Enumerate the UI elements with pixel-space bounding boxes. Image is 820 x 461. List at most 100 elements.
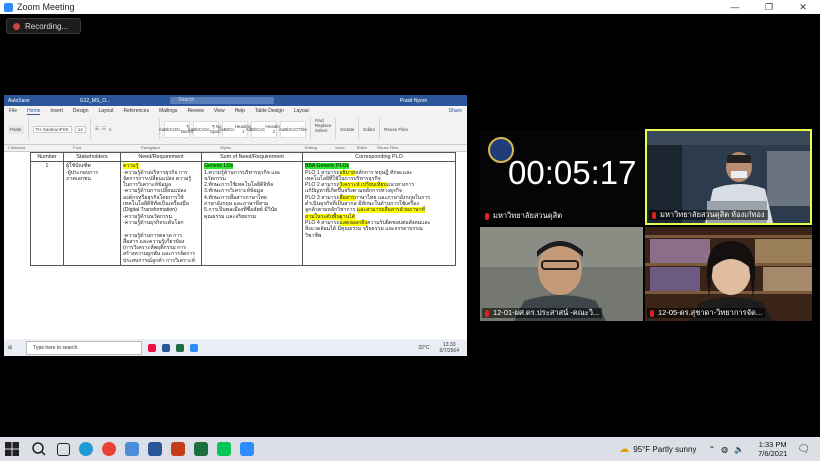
tab-file[interactable]: File <box>9 108 17 114</box>
recording-label: Recording... <box>25 21 69 31</box>
shared-start-icon: ⊞ <box>8 345 13 351</box>
mic-muted-icon <box>485 212 489 220</box>
group-label-paragraph: Paragraph <box>141 145 160 150</box>
tray-chevron-icon[interactable]: ⌃ <box>708 445 715 454</box>
highlighted-text: และสามารถสื่อสารด้วยภาษาที่ <box>356 207 425 214</box>
font-size-select[interactable]: 14 <box>74 125 86 133</box>
bullets-icon[interactable]: ☰ <box>95 126 99 132</box>
system-tray: ☁ 95°F Partly sunny ⌃ ◍ 🔈 1:33 PM 7/6/20… <box>619 440 820 458</box>
tab-help[interactable]: Help <box>235 108 245 114</box>
sum-line: คุณธรรม และจริยธรรม <box>204 213 257 220</box>
network-icon[interactable]: ◍ <box>721 445 728 454</box>
voice-group: Dictate <box>336 118 360 140</box>
group-label-reuse: Reuse Files <box>377 145 399 150</box>
tab-mailings[interactable]: Mailings <box>159 108 177 114</box>
tab-home[interactable]: Home <box>27 108 41 115</box>
plo-table: Number Stakeholders Need/Requirement Sum… <box>30 151 456 267</box>
document-area[interactable]: Number Stakeholders Need/Requirement Sum… <box>4 151 467 334</box>
search-icon[interactable] <box>30 440 48 458</box>
header-sum-need: Sum of Need/Requirement <box>201 151 303 163</box>
reuse-files-button[interactable]: Reuse Files <box>384 127 408 132</box>
need-line: สร้างความผูกพัน และการจัดการ <box>123 251 196 258</box>
table-header-row: Number Stakeholders Need/Requirement Sum… <box>30 151 456 163</box>
zoom-titlebar: Zoom Meeting — ❐ ✕ <box>0 0 820 14</box>
tab-insert[interactable]: Insert <box>50 108 63 114</box>
shared-excel-icon <box>176 344 185 352</box>
editor-button[interactable]: Editor <box>363 127 375 132</box>
tab-table-layout[interactable]: Layout <box>294 108 309 114</box>
shared-clock: 13:33 6/7/2564 <box>440 342 459 354</box>
video-tile-participant[interactable]: 12-01-ผศ.ดร.ประสาสน์ -คณะวิ... <box>480 227 643 321</box>
cell-stakeholders[interactable]: ผู้ใช้บัณฑิต -ผู้ประกอบการ ภาคเอกชน <box>63 161 121 267</box>
need-title: ความรู้ <box>123 163 139 170</box>
taskbar-clock[interactable]: 1:33 PM 7/6/2021 <box>758 440 787 458</box>
participant-name: 12-05-ดร.สุชาดา-วิทยาการจัด... <box>658 308 763 317</box>
cell-sum-need[interactable]: Generic LOs 1.ความรู้ด้านการบริหารธุรกิจ… <box>201 161 303 267</box>
style-normal[interactable]: AaBbCcDc ¶ Normal <box>159 120 195 138</box>
mic-muted-icon <box>652 211 656 219</box>
sum-title: Generic LOs <box>204 163 234 170</box>
notification-icon[interactable]: 🗨 <box>797 444 810 455</box>
style-title[interactable]: AaBbCcC Title <box>279 120 307 138</box>
group-label-voice: Voice <box>334 145 345 150</box>
select-button[interactable]: Select <box>315 128 328 133</box>
editing-group: Find Replace Select <box>311 118 337 140</box>
tab-layout[interactable]: Layout <box>99 108 114 114</box>
paste-button[interactable]: Paste <box>8 124 24 134</box>
cell-number[interactable]: 1 <box>30 161 64 267</box>
video-tile-participant[interactable]: 12-05-ดร.สุชาดา-วิทยาการจัด... <box>645 227 812 321</box>
task-view-icon[interactable] <box>57 442 70 456</box>
taskbar-time: 1:33 PM <box>758 440 787 449</box>
word-icon[interactable] <box>148 442 162 456</box>
table-row: 1 ผู้ใช้บัณฑิต -ผู้ประกอบการ ภาคเอกชน คว… <box>30 161 456 267</box>
font-name-select[interactable]: TH SarabunPSK <box>32 125 72 133</box>
share-button[interactable]: Share <box>449 108 462 114</box>
word-search-input[interactable]: Search <box>170 97 275 104</box>
mic-muted-icon <box>485 309 489 317</box>
video-tile-active-speaker[interactable]: มหาวิทยาลัยสวนดุสิต ห้องเก๋ทอง <box>645 129 812 225</box>
minimize-button[interactable]: — <box>718 2 752 13</box>
line-icon[interactable] <box>217 442 231 456</box>
recording-indicator[interactable]: Recording... <box>6 18 81 34</box>
tab-view[interactable]: View <box>214 108 225 114</box>
taskbar-date: 7/6/2021 <box>758 449 788 458</box>
style-no-spacing[interactable]: AaBbCcDc ¶ No Spac... <box>188 120 224 138</box>
video-tile-timer[interactable]: 00:05:17 มหาวิทยาลัยสวนดุสิต <box>480 130 643 224</box>
style-heading-2[interactable]: AaBbCcC Heading 2 <box>246 120 282 138</box>
group-label-font: Font <box>73 145 82 150</box>
shared-search-box: Type here to search <box>26 341 143 355</box>
numbering-icon[interactable]: ☷ <box>102 126 106 132</box>
chrome-icon[interactable] <box>102 442 116 456</box>
ribbon-group-labels: Clipboard Font Paragraph Styles Editing … <box>4 145 467 152</box>
tab-table-design[interactable]: Table Design <box>255 108 284 114</box>
group-label-editor: Editor <box>356 145 368 150</box>
need-line: ประสบการณ์ลูกค้า การวิเคราะห์ <box>123 257 196 264</box>
tab-review[interactable]: Review <box>187 108 203 114</box>
zoom-icon[interactable] <box>240 442 254 456</box>
recording-icon <box>13 22 20 30</box>
powerpoint-icon[interactable] <box>171 442 185 456</box>
excel-icon[interactable] <box>194 442 208 456</box>
windows-start-icon[interactable] <box>4 441 20 457</box>
shared-zoom-icon <box>190 344 199 352</box>
paint-icon[interactable] <box>125 442 139 456</box>
windows-taskbar: ☁ 95°F Partly sunny ⌃ ◍ 🔈 1:33 PM 7/6/20… <box>0 437 820 461</box>
autosave-label[interactable]: AutoSave <box>8 98 30 104</box>
need-line: -ความรู้ด้านบริหารธุรกิจ การ <box>123 169 188 176</box>
weather-text[interactable]: 95°F Partly sunny <box>633 445 696 454</box>
cell-plo[interactable]: BBA Generic PLOs PLO 1 สามารถอธิบายหลักก… <box>302 161 456 267</box>
ribbon: Paste TH SarabunPSK 14 ☰ ☷ ≡ AaBbCcDc ¶ N… <box>4 116 467 145</box>
close-button[interactable]: ✕ <box>786 2 820 13</box>
edge-icon[interactable] <box>79 442 93 456</box>
dictate-button[interactable]: Dictate <box>340 127 354 132</box>
header-plo: Corresponding PLO <box>302 151 456 163</box>
style-heading-1[interactable]: AaBbCc Heading 1 <box>218 120 251 138</box>
tab-design[interactable]: Design <box>73 108 89 114</box>
tab-references[interactable]: References <box>124 108 150 114</box>
participant-name-bar: มหาวิทยาลัยสวนดุสิต <box>482 211 566 221</box>
restore-button[interactable]: ❐ <box>752 2 786 13</box>
cell-need[interactable]: ความรู้ -ความรู้ด้านบริหารธุรกิจ การ จัดก… <box>120 161 202 267</box>
header-number: Number <box>30 151 64 163</box>
align-icon[interactable]: ≡ <box>109 127 112 132</box>
volume-icon[interactable]: 🔈 <box>734 445 744 454</box>
